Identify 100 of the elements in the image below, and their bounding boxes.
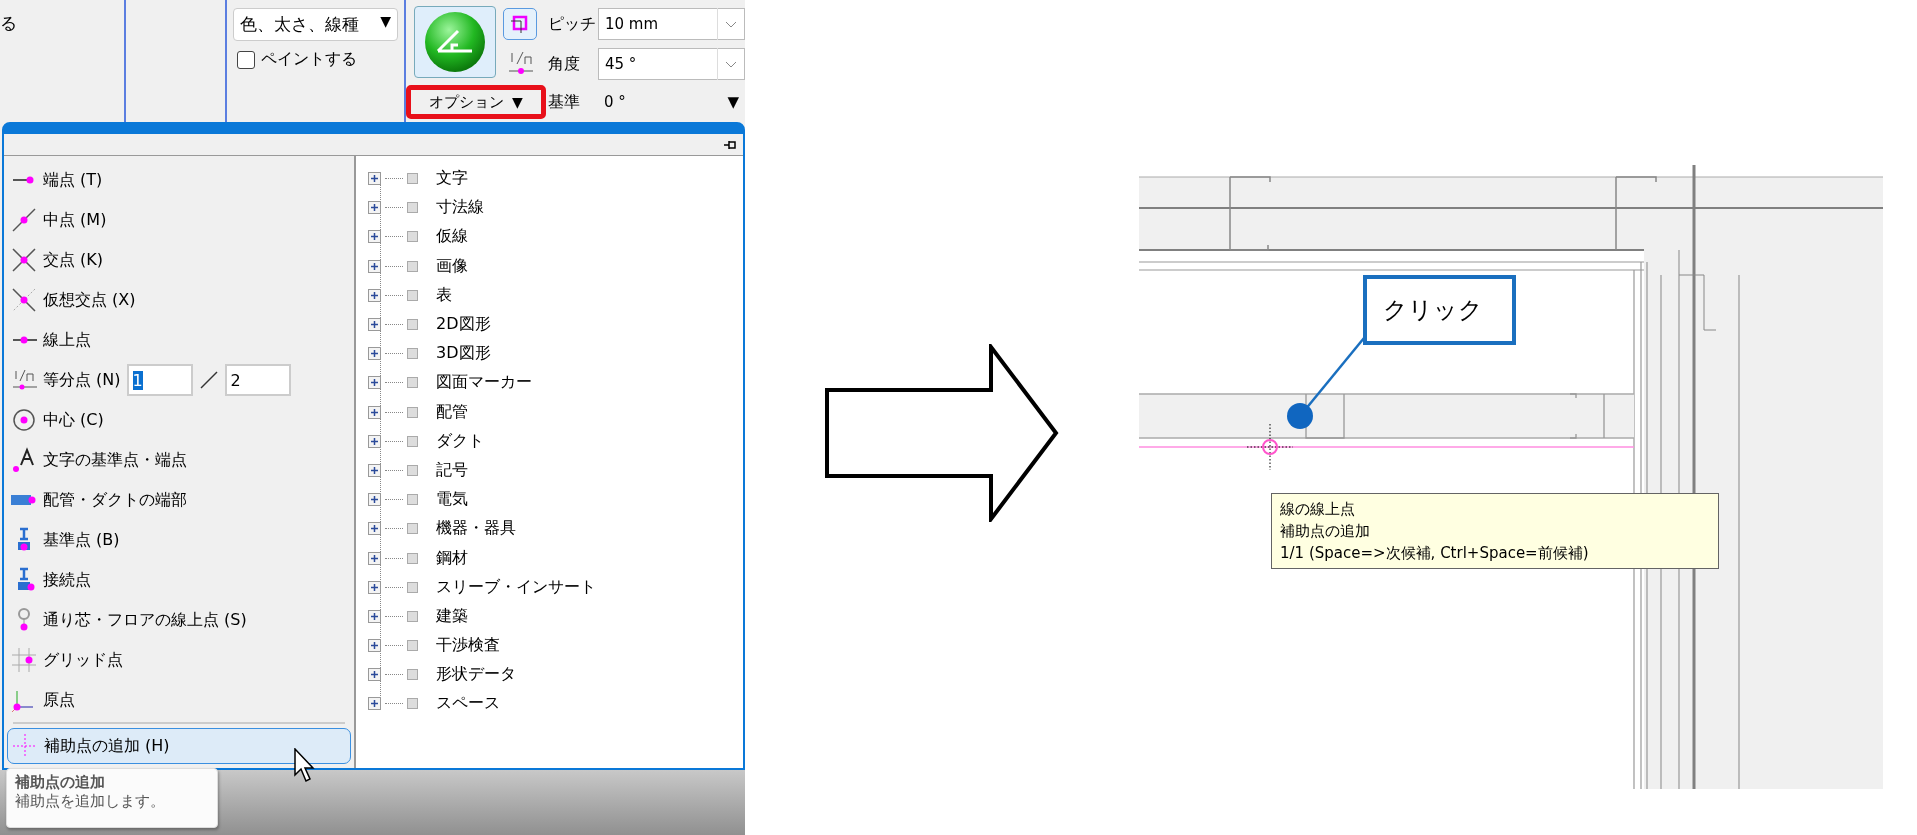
layer-item[interactable]: スリーブ・インサート bbox=[436, 576, 596, 598]
expand-toggle[interactable] bbox=[368, 697, 381, 711]
expand-toggle[interactable] bbox=[368, 288, 381, 302]
layer-checkbox-icon bbox=[407, 669, 418, 681]
expand-toggle[interactable] bbox=[368, 639, 381, 653]
layer-checkbox-icon bbox=[407, 610, 418, 622]
layer-item[interactable]: 図面マーカー bbox=[436, 372, 532, 394]
ribbon-label: る bbox=[0, 13, 17, 33]
layer-checkbox-icon bbox=[407, 202, 418, 214]
expand-toggle[interactable] bbox=[368, 463, 381, 477]
paint-label: ペイントする bbox=[261, 49, 357, 70]
layer-item[interactable]: スペース bbox=[436, 693, 500, 715]
layer-item[interactable]: 寸法線 bbox=[436, 197, 484, 219]
layer-checkbox-icon bbox=[407, 581, 418, 593]
expand-toggle[interactable] bbox=[368, 551, 381, 565]
snap-option[interactable]: グリッド点 bbox=[7, 640, 351, 680]
paint-checkbox[interactable] bbox=[237, 50, 255, 69]
snap-option[interactable]: 交点 (K) bbox=[7, 240, 351, 280]
pitch-combobox[interactable]: 10 mm bbox=[598, 8, 745, 40]
snap-option[interactable]: 中心 (C) bbox=[7, 400, 351, 440]
pitch-label: ピッチ bbox=[548, 13, 597, 35]
expand-toggle[interactable] bbox=[368, 230, 381, 244]
dotted-cross-icon bbox=[12, 733, 38, 759]
layer-checkbox-icon bbox=[407, 464, 418, 476]
layer-checkbox-icon bbox=[407, 289, 418, 301]
tooltip-line: 1/1 (Space=>次候補, Ctrl+Space=前候補) bbox=[1280, 543, 1590, 564]
layer-item[interactable]: 干渉検査 bbox=[436, 635, 500, 657]
expand-toggle[interactable] bbox=[368, 376, 381, 390]
expand-toggle[interactable] bbox=[368, 347, 381, 361]
layer-checkbox-icon bbox=[407, 406, 418, 418]
line-style-dropdown[interactable]: 色、太さ、線種 ▼ bbox=[233, 8, 398, 41]
snap-option[interactable]: 中点 (M) bbox=[7, 200, 351, 240]
snap-option[interactable]: 原点 bbox=[7, 680, 351, 720]
expand-toggle[interactable] bbox=[368, 609, 381, 623]
expand-toggle[interactable] bbox=[368, 522, 381, 536]
layer-checkbox-icon bbox=[407, 231, 418, 243]
layer-item[interactable]: 画像 bbox=[436, 255, 468, 277]
layer-item[interactable]: 形状データ bbox=[436, 664, 516, 686]
snap-mode-button[interactable] bbox=[414, 6, 496, 78]
layer-checkbox-icon bbox=[407, 377, 418, 389]
denominator-field[interactable]: 2 bbox=[224, 364, 291, 396]
angle-icon bbox=[424, 11, 486, 73]
layer-item[interactable]: 文字 bbox=[436, 168, 468, 190]
angle-label: 角度 bbox=[548, 53, 581, 75]
numerator-field[interactable]: 1 bbox=[126, 364, 193, 396]
tooltip-text: 補助点を追加します。 bbox=[15, 792, 166, 811]
expand-toggle[interactable] bbox=[368, 201, 381, 215]
expand-toggle[interactable] bbox=[368, 580, 381, 594]
layer-checkbox-icon bbox=[407, 435, 418, 447]
layer-item[interactable]: 記号 bbox=[436, 459, 468, 481]
snap-option[interactable]: 等分点 (N) 1 2 bbox=[7, 360, 351, 400]
snap-option[interactable]: 文字の基準点・端点 bbox=[7, 440, 351, 480]
layer-item[interactable]: 建築 bbox=[436, 605, 468, 627]
layer-checkbox-icon bbox=[407, 640, 418, 652]
snap-toggle-button[interactable] bbox=[503, 8, 537, 40]
layer-checkbox-icon bbox=[407, 552, 418, 564]
layer-item[interactable]: 3D図形 bbox=[436, 343, 491, 365]
slash-icon bbox=[198, 370, 219, 390]
line-point-icon bbox=[11, 287, 37, 313]
expand-toggle[interactable] bbox=[368, 493, 381, 507]
angle-combobox[interactable]: 45 ° bbox=[598, 48, 745, 80]
layer-item[interactable]: ダクト bbox=[436, 430, 484, 452]
snap-option[interactable]: 線上点 bbox=[7, 320, 351, 360]
layer-item[interactable]: 2D図形 bbox=[436, 314, 491, 336]
expand-toggle[interactable] bbox=[368, 405, 381, 419]
line-point-icon bbox=[11, 207, 37, 233]
snap-option[interactable]: 基準点 (B) bbox=[7, 520, 351, 560]
layer-checkbox-icon bbox=[407, 348, 418, 360]
expand-toggle[interactable] bbox=[368, 668, 381, 682]
expand-toggle[interactable] bbox=[368, 434, 381, 448]
base-dropdown[interactable]: 0 ° ▼ bbox=[598, 93, 745, 111]
layer-checkbox-icon bbox=[407, 319, 418, 331]
right-arrow-icon bbox=[825, 343, 1059, 522]
snap-option[interactable]: 通り芯・フロアの線上点 (S) bbox=[7, 600, 351, 640]
expand-toggle[interactable] bbox=[368, 172, 381, 186]
layer-item[interactable]: 電気 bbox=[436, 489, 468, 511]
expand-toggle[interactable] bbox=[368, 318, 381, 332]
circle-point-icon bbox=[11, 407, 37, 433]
snap-option[interactable]: 接続点 bbox=[7, 560, 351, 600]
snap-option[interactable]: 端点 (T) bbox=[7, 160, 351, 200]
tooltip-line: 補助点の追加 bbox=[1280, 521, 1371, 542]
expand-toggle[interactable] bbox=[368, 259, 381, 273]
pin-icon[interactable] bbox=[723, 138, 737, 151]
layer-item[interactable]: 表 bbox=[436, 284, 452, 306]
snap-option[interactable]: 配管・ダクトの端部 bbox=[7, 480, 351, 520]
snap-option[interactable]: 仮想交点 (X) bbox=[7, 280, 351, 320]
layer-item[interactable]: 仮線 bbox=[436, 226, 468, 248]
snap-option[interactable]: 補助点の追加 (H) bbox=[7, 728, 351, 764]
base-label: 基準 bbox=[548, 91, 581, 113]
layer-checkbox-icon bbox=[407, 260, 418, 272]
options-button[interactable]: オプション ▼ bbox=[406, 85, 546, 119]
layer-checkbox-icon bbox=[407, 698, 418, 710]
tooltip-title: 補助点の追加 bbox=[15, 773, 106, 792]
layer-item[interactable]: 鋼材 bbox=[436, 547, 468, 569]
callout-label: クリック bbox=[1363, 275, 1516, 345]
layer-item[interactable]: 配管 bbox=[436, 401, 468, 423]
layer-checkbox-icon bbox=[407, 523, 418, 535]
layer-checkbox-icon bbox=[407, 494, 418, 506]
layer-item[interactable]: 機器・器具 bbox=[436, 518, 516, 540]
line-point-icon bbox=[11, 247, 37, 273]
